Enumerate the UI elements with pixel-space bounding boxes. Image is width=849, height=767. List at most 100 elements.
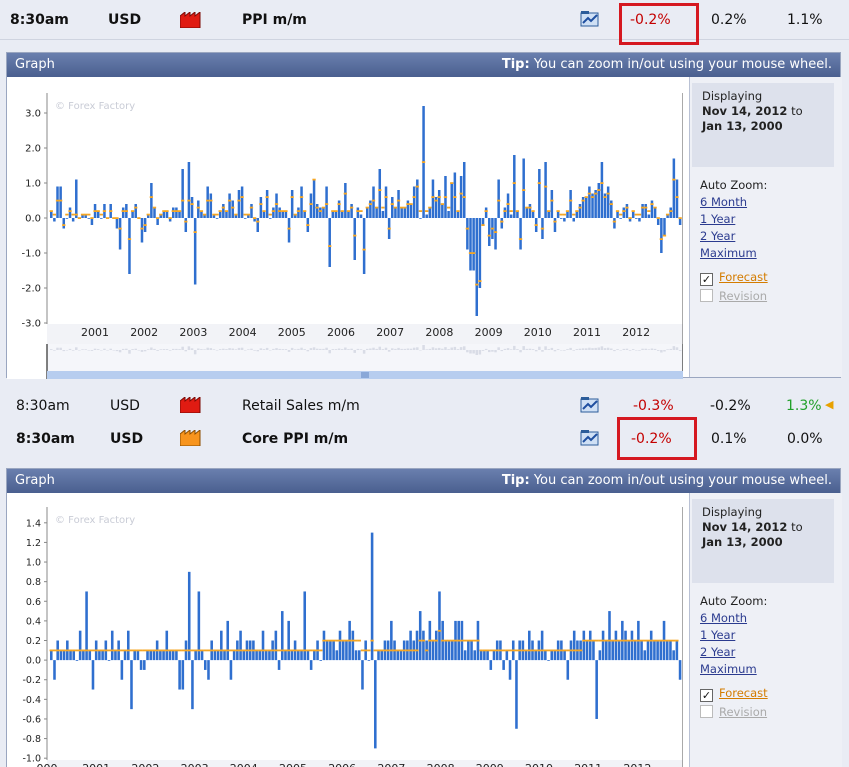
chart-area[interactable]: © Forex Factory 1.4 1.2 1.0 0.8 0.6 0.4 0.2 0.0 -… bbox=[7, 493, 684, 767]
chart-area[interactable]: © Forex Factory 3.0 2.0 1.0 0.0 -1.0 -2.0 -3.0 2… bbox=[7, 77, 684, 383]
bar bbox=[335, 650, 339, 661]
forecast-marker bbox=[568, 199, 573, 202]
core-ppi-chart[interactable]: © Forex Factory 1.4 1.2 1.0 0.8 0.6 0.4 0.2 0.0 -… bbox=[7, 493, 684, 767]
navigator-bar bbox=[384, 347, 388, 350]
forecast-marker bbox=[500, 220, 504, 223]
revision-checkbox[interactable] bbox=[700, 705, 713, 718]
bar bbox=[522, 158, 525, 218]
forecast-marker bbox=[105, 217, 110, 219]
forecast-marker bbox=[281, 210, 285, 212]
bar bbox=[171, 650, 175, 661]
forecast-marker bbox=[303, 649, 307, 652]
navigator-bar bbox=[497, 347, 500, 350]
ppi-chart[interactable]: © Forex Factory 3.0 2.0 1.0 0.0 -1.0 -2.0 -3.0 2… bbox=[7, 77, 684, 379]
zoom-2-year-link[interactable]: 2 Year bbox=[700, 644, 842, 661]
event-name[interactable]: Retail Sales m/m bbox=[242, 398, 360, 414]
forecast-marker bbox=[315, 206, 319, 209]
forecast-marker bbox=[196, 206, 200, 209]
navigator-bar bbox=[372, 347, 375, 350]
forecast-toggle-label[interactable]: Forecast bbox=[719, 270, 768, 284]
event-row-core-ppi[interactable]: 8:30am USD Core PPI m/m -0.2% 0.1% 0.0% bbox=[0, 422, 849, 455]
zoom-maximum-link[interactable]: Maximum bbox=[700, 245, 842, 262]
forecast-checkbox[interactable]: ✓ bbox=[700, 689, 713, 702]
forecast-marker bbox=[277, 210, 282, 212]
zoom-6-month-link[interactable]: 6 Month bbox=[700, 610, 842, 627]
forecast-marker bbox=[256, 220, 260, 223]
zoom-2-year-link[interactable]: 2 Year bbox=[700, 228, 842, 245]
bar bbox=[484, 207, 488, 218]
revision-toggle-label[interactable]: Revision bbox=[719, 289, 767, 303]
navigator-bar bbox=[469, 350, 472, 354]
detail-icon[interactable] bbox=[580, 429, 600, 447]
event-name[interactable]: PPI m/m bbox=[242, 12, 307, 28]
forecast-marker bbox=[669, 210, 673, 212]
bar bbox=[624, 630, 627, 661]
bar bbox=[312, 179, 316, 218]
navigator-bar bbox=[541, 350, 544, 352]
x-tick-label: 2006 bbox=[328, 762, 356, 767]
forecast-marker bbox=[381, 206, 385, 209]
event-name[interactable]: Core PPI m/m bbox=[242, 431, 348, 447]
forecast-marker bbox=[566, 649, 570, 652]
forecast-marker bbox=[562, 649, 567, 652]
zoom-6-month-link[interactable]: 6 Month bbox=[700, 194, 842, 211]
navigator-bar bbox=[494, 350, 497, 353]
navigator-bar bbox=[237, 347, 241, 350]
bar bbox=[62, 650, 66, 661]
bar bbox=[319, 207, 322, 218]
event-row-ppi[interactable]: 8:30am USD PPI m/m -0.2% 0.2% 1.1% bbox=[0, 0, 849, 40]
forecast-marker bbox=[99, 213, 103, 216]
forecast-marker bbox=[321, 206, 326, 209]
zoom-maximum-link[interactable]: Maximum bbox=[700, 661, 842, 678]
bar bbox=[256, 218, 259, 232]
forecast-marker bbox=[662, 234, 667, 237]
navigator-bar bbox=[325, 347, 328, 350]
detail-icon[interactable] bbox=[580, 10, 600, 28]
bar bbox=[481, 218, 485, 225]
bar bbox=[338, 630, 342, 661]
detail-icon[interactable] bbox=[580, 396, 600, 414]
bar bbox=[516, 211, 519, 218]
bar bbox=[139, 660, 143, 670]
revision-checkbox[interactable] bbox=[700, 289, 713, 302]
forecast-marker bbox=[668, 639, 673, 642]
navigator-bar bbox=[203, 349, 206, 350]
bar bbox=[71, 218, 75, 222]
navigator-bar bbox=[71, 350, 75, 351]
bar bbox=[331, 211, 335, 218]
navigator-bar bbox=[503, 348, 507, 350]
forecast-marker bbox=[368, 203, 373, 205]
forecast-marker bbox=[252, 217, 257, 219]
forecast-checkbox[interactable]: ✓ bbox=[700, 273, 713, 286]
forecast-marker bbox=[604, 639, 608, 642]
navigator-bar bbox=[550, 347, 554, 350]
x-tick-label: 2001 bbox=[81, 326, 109, 339]
forecast-toggle-label[interactable]: Forecast bbox=[719, 686, 768, 700]
forecast-marker bbox=[322, 639, 326, 642]
bar bbox=[649, 630, 653, 661]
forecast-marker bbox=[72, 649, 76, 652]
navigator-bar bbox=[300, 347, 303, 350]
bar bbox=[50, 211, 53, 218]
x-tick-label: 2011 bbox=[573, 326, 601, 339]
zoom-1-year-link[interactable]: 1 Year bbox=[700, 627, 842, 644]
x-tick-label: 2004 bbox=[229, 326, 257, 339]
revision-toggle-label[interactable]: Revision bbox=[719, 705, 767, 719]
forecast-marker bbox=[534, 649, 538, 652]
forecast-marker bbox=[338, 639, 342, 642]
event-row-retail-sales[interactable]: 8:30am USD Retail Sales m/m -0.3% -0.2% … bbox=[0, 389, 849, 422]
bar bbox=[264, 650, 268, 661]
bar bbox=[191, 660, 194, 710]
tip-text: You can zoom in/out using your mouse whe… bbox=[533, 57, 832, 72]
forecast-marker bbox=[559, 649, 564, 652]
navigator-bar bbox=[506, 348, 510, 350]
forecast-marker bbox=[77, 217, 82, 219]
navigator-bar bbox=[328, 350, 331, 354]
forecast-marker bbox=[155, 649, 159, 652]
forecast-marker bbox=[649, 639, 653, 642]
navigator-bar bbox=[556, 349, 560, 350]
forecast-marker bbox=[219, 649, 223, 652]
forecast-marker bbox=[490, 227, 495, 230]
zoom-1-year-link[interactable]: 1 Year bbox=[700, 211, 842, 228]
navigator-bar bbox=[287, 350, 291, 352]
